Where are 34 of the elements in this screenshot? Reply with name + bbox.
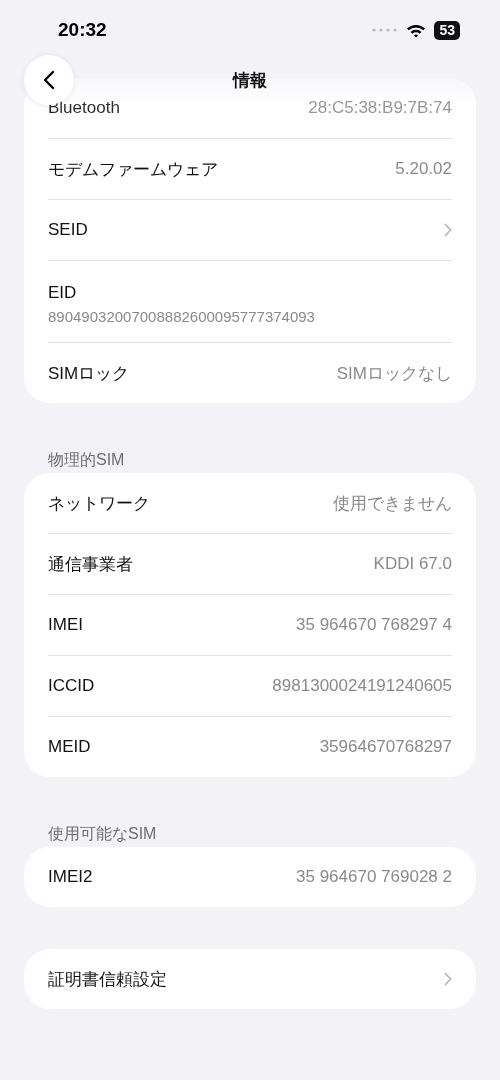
row-label: SEID — [48, 220, 88, 240]
row-value: 35 964670 769028 2 — [296, 867, 452, 887]
row-label: ネットワーク — [48, 492, 150, 515]
row-label: IMEI — [48, 615, 83, 635]
row-value: 28:C5:38:B9:7B:74 — [308, 98, 452, 118]
wifi-icon — [406, 22, 427, 38]
row-label: 通信事業者 — [48, 553, 133, 576]
status-time: 20:32 — [58, 19, 107, 41]
row-value: 89049032007008882600095777374093 — [48, 307, 315, 325]
signal-dots-icon — [372, 28, 399, 32]
row-label: EID — [48, 282, 77, 303]
settings-row[interactable]: SEID — [48, 199, 452, 260]
row-label: 証明書信頼設定 — [48, 968, 167, 991]
section-header: 使用可能なSIM — [47, 824, 158, 844]
row-label: MEID — [48, 737, 91, 757]
row-value: 35 964670 768297 4 — [296, 615, 452, 635]
row-value: KDDI 67.0 — [373, 554, 452, 574]
row-label: SIMロック — [48, 362, 130, 385]
row-label: モデムファームウェア — [48, 158, 218, 181]
row-label: ICCID — [48, 676, 95, 696]
section-header: 物理的SIM — [47, 450, 126, 470]
settings-row[interactable]: 証明書信頼設定 — [48, 949, 452, 1009]
chevron-left-icon — [43, 70, 55, 90]
row-value: 8981300024191240605 — [272, 676, 452, 696]
row-value: 35964670768297 — [319, 737, 452, 757]
row-value: 使用できません — [333, 492, 452, 515]
row-value: SIMロックなし — [336, 362, 452, 385]
page-title: 情報 — [233, 69, 267, 92]
row-value: 5.20.02 — [395, 159, 452, 179]
row-label: Bluetooth — [48, 98, 120, 118]
battery-level: 53 — [434, 20, 460, 40]
chevron-right-icon — [444, 972, 452, 986]
chevron-right-icon — [444, 223, 452, 237]
row-label: IMEI2 — [48, 867, 93, 887]
